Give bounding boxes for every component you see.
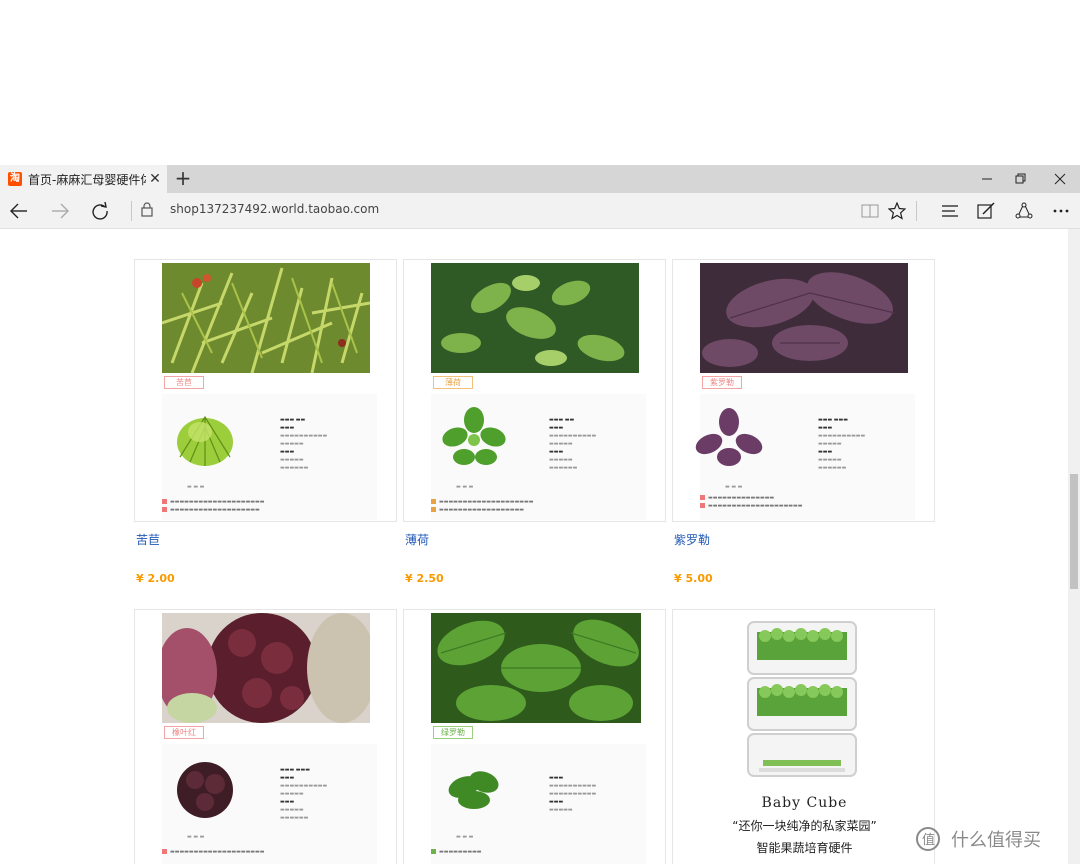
tab-bar: 淘 首页-麻麻汇母婴硬件体 ✕ + (0, 165, 1080, 193)
svg-text:值: 值 (922, 832, 935, 848)
red-oak-lettuce-thumbnail (177, 762, 233, 818)
new-tab-icon[interactable]: + (174, 167, 192, 189)
green-basil-photo (431, 613, 641, 723)
lock-icon (141, 202, 153, 221)
product-info: ▬▬▬ ▬▬▬ ▬▬▬ ▬▬▬▬▬▬▬▬▬▬ ▬▬▬▬▬ ▬▬▬ ▬▬▬▬▬ ▬▬▬▬▬▬ (280, 767, 328, 821)
endive-thumbnail (177, 415, 233, 466)
refresh-icon[interactable] (86, 197, 114, 225)
more-icon[interactable] (1047, 197, 1075, 225)
product-notes: ▬▬▬▬▬▬▬▬▬▬▬▬▬▬▬▬▬▬▬▬ (162, 848, 377, 856)
back-icon[interactable] (5, 197, 33, 225)
product-card[interactable]: 橡叶红 ▬ ▬ ▬ ▬▬▬ ▬▬▬ ▬▬▬ ▬▬▬▬▬▬▬▬▬▬ ▬▬▬▬▬ ▬▬▬ ▬▬… (134, 609, 397, 864)
promo-card[interactable]: Baby Cube “还你一块纯净的私家菜园” 智能果蔬培育硬件 (672, 609, 935, 864)
purple-basil-thumbnail (695, 408, 763, 466)
product-detail-panel: ▬ ▬ ▬ ▬▬▬ ▬▬▬▬▬▬▬▬▬▬▬▬▬▬▬▬▬▬▬▬▬▬▬▬▬▬▬▬▬▬… (162, 744, 377, 864)
divider (916, 201, 917, 221)
thumbnail-caption: ▬ ▬ ▬ (725, 484, 743, 490)
promo-subtitle: 智能果蔬培育硬件 (756, 841, 853, 855)
product-card[interactable]: 苦苣 ▬ ▬ ▬ ▬▬▬ ▬▬ ▬▬▬ ▬▬▬▬▬▬▬▬▬▬ ▬▬▬▬▬ ▬▬▬ ▬▬▬▬… (134, 259, 397, 522)
promo-title: Baby Cube (761, 795, 848, 811)
web-note-icon[interactable] (972, 197, 1000, 225)
mint-photo (431, 263, 639, 373)
watermark-text: 什么值得买 (951, 830, 1041, 851)
vertical-scrollbar[interactable] (1068, 229, 1080, 864)
product-info: ▬▬▬ ▬▬▬▬▬▬▬▬▬▬ ▬▬▬▬▬▬▬▬▬▬ ▬▬▬ ▬▬▬▬▬ (549, 775, 597, 813)
product-info: ▬▬▬ ▬▬▬ ▬▬▬ ▬▬▬▬▬▬▬▬▬▬ ▬▬▬▬▬ ▬▬▬ ▬▬▬▬▬ ▬▬▬▬▬▬ (818, 417, 866, 471)
hub-icon[interactable] (936, 197, 964, 225)
favorite-star-icon[interactable] (883, 197, 911, 225)
scrollbar-thumb[interactable] (1070, 474, 1078, 589)
product-name-link[interactable]: 薄荷 (405, 531, 429, 548)
thumbnail-caption: ▬ ▬ ▬ (187, 484, 205, 490)
product-card[interactable]: 紫罗勒 ▬ ▬ ▬ ▬▬▬ ▬▬▬ ▬▬▬ ▬▬▬▬▬▬▬▬▬▬ ▬▬▬▬▬ ▬▬▬ ▬▬… (672, 259, 935, 522)
browser-tab[interactable]: 淘 首页-麻麻汇母婴硬件体 ✕ (0, 165, 167, 193)
product-notes: ▬▬▬▬▬▬▬▬▬ (431, 848, 646, 856)
thumbnail-caption: ▬ ▬ ▬ (456, 484, 474, 490)
red-oak-lettuce-photo (162, 613, 370, 723)
product-notes: ▬▬▬▬▬▬▬▬▬▬▬▬▬▬▬▬▬▬▬▬ ▬▬▬▬▬▬▬▬▬▬▬▬▬▬▬▬▬▬ (431, 498, 646, 514)
close-tab-icon[interactable]: ✕ (148, 171, 162, 187)
baby-cube-device-image (747, 621, 857, 777)
product-tag: 橡叶红 (164, 726, 204, 739)
divider (131, 201, 132, 221)
product-name-link[interactable]: 苦苣 (136, 531, 160, 548)
product-tag: 苦苣 (164, 376, 204, 389)
url-field[interactable]: shop137237492.world.taobao.com (170, 202, 379, 216)
product-notes: ▬▬▬▬▬▬▬▬▬▬▬▬▬▬▬▬▬▬▬▬ ▬▬▬▬▬▬▬▬▬▬▬▬▬▬▬▬▬▬▬ (162, 498, 377, 514)
product-info: ▬▬▬ ▬▬ ▬▬▬ ▬▬▬▬▬▬▬▬▬▬ ▬▬▬▬▬ ▬▬▬ ▬▬▬▬▬ ▬▬▬▬▬▬ (280, 417, 328, 471)
watermark-logo-icon: 值 (916, 827, 940, 851)
product-detail-panel: ▬ ▬ ▬ ▬▬▬ ▬▬▬▬▬▬▬▬▬▬▬▬▬▬▬▬▬▬▬▬▬▬▬▬▬▬▬▬▬▬… (162, 394, 377, 520)
purple-basil-photo (700, 263, 908, 373)
page-content: 苦苣 ▬ ▬ ▬ ▬▬▬ ▬▬ ▬▬▬ ▬▬▬▬▬▬▬▬▬▬ ▬▬▬▬▬ ▬▬▬ ▬▬▬▬… (0, 229, 1080, 864)
watermark: 值 什么值得买 (915, 826, 1041, 852)
endive-photo (162, 263, 370, 373)
reading-view-icon[interactable] (856, 197, 884, 225)
product-detail-panel: ▬ ▬ ▬ ▬▬▬ ▬▬▬▬▬▬▬▬▬▬▬▬▬▬▬▬▬▬▬▬▬▬▬▬▬▬▬▬▬▬… (695, 394, 915, 520)
thumbnail-caption: ▬ ▬ ▬ (456, 834, 474, 840)
restore-icon[interactable] (1001, 165, 1041, 193)
close-icon[interactable] (1040, 165, 1080, 193)
taobao-favicon-icon: 淘 (8, 172, 22, 186)
product-info: ▬▬▬ ▬▬ ▬▬▬ ▬▬▬▬▬▬▬▬▬▬ ▬▬▬▬▬ ▬▬▬ ▬▬▬▬▬ ▬▬▬▬▬▬ (549, 417, 597, 471)
product-price: ¥ 5.00 (674, 572, 713, 585)
product-card[interactable]: 薄荷 ▬ ▬ ▬ ▬▬▬ ▬▬ ▬▬▬ ▬▬▬▬▬▬▬▬▬▬ ▬▬▬▬▬ ▬▬▬ ▬▬▬▬… (403, 259, 666, 522)
tab-title: 首页-麻麻汇母婴硬件体 (28, 172, 146, 187)
blank-top-area (0, 0, 1080, 165)
promo-banner: Baby Cube “还你一块纯净的私家菜园” 智能果蔬培育硬件 (673, 610, 934, 864)
share-icon[interactable] (1010, 197, 1038, 225)
forward-icon[interactable] (46, 197, 74, 225)
thumbnail-caption: ▬ ▬ ▬ (187, 834, 205, 840)
product-tag: 薄荷 (433, 376, 473, 389)
product-detail-panel: ▬ ▬ ▬ ▬▬▬ ▬▬▬▬▬▬▬▬▬▬▬▬▬▬▬▬▬▬▬▬▬▬▬▬▬▬▬▬▬▬… (431, 394, 646, 520)
address-bar: shop137237492.world.taobao.com (0, 193, 1080, 229)
mint-thumbnail (442, 407, 506, 465)
product-tag: 紫罗勒 (702, 376, 742, 389)
green-basil-thumbnail (448, 771, 499, 809)
product-price: ¥ 2.00 (136, 572, 175, 585)
product-card[interactable]: 绿罗勒 ▬ ▬ ▬ ▬▬▬ ▬▬▬▬▬▬▬▬▬▬ ▬▬▬▬▬▬▬▬▬▬ ▬▬▬ ▬▬▬▬… (403, 609, 666, 864)
product-price: ¥ 2.50 (405, 572, 444, 585)
product-detail-panel: ▬ ▬ ▬ ▬▬▬ ▬▬▬▬▬▬▬▬▬▬ ▬▬▬▬▬▬▬▬▬▬ ▬▬▬ ▬▬▬▬▬ ▬▬… (431, 744, 646, 864)
product-tag: 绿罗勒 (433, 726, 473, 739)
product-name-link[interactable]: 紫罗勒 (674, 531, 710, 548)
product-notes: ▬▬▬▬▬▬▬▬▬▬▬▬▬▬ ▬▬▬▬▬▬▬▬▬▬▬▬▬▬▬▬▬▬▬▬ (700, 494, 915, 510)
promo-tagline: “还你一块纯净的私家菜园” (732, 819, 877, 833)
